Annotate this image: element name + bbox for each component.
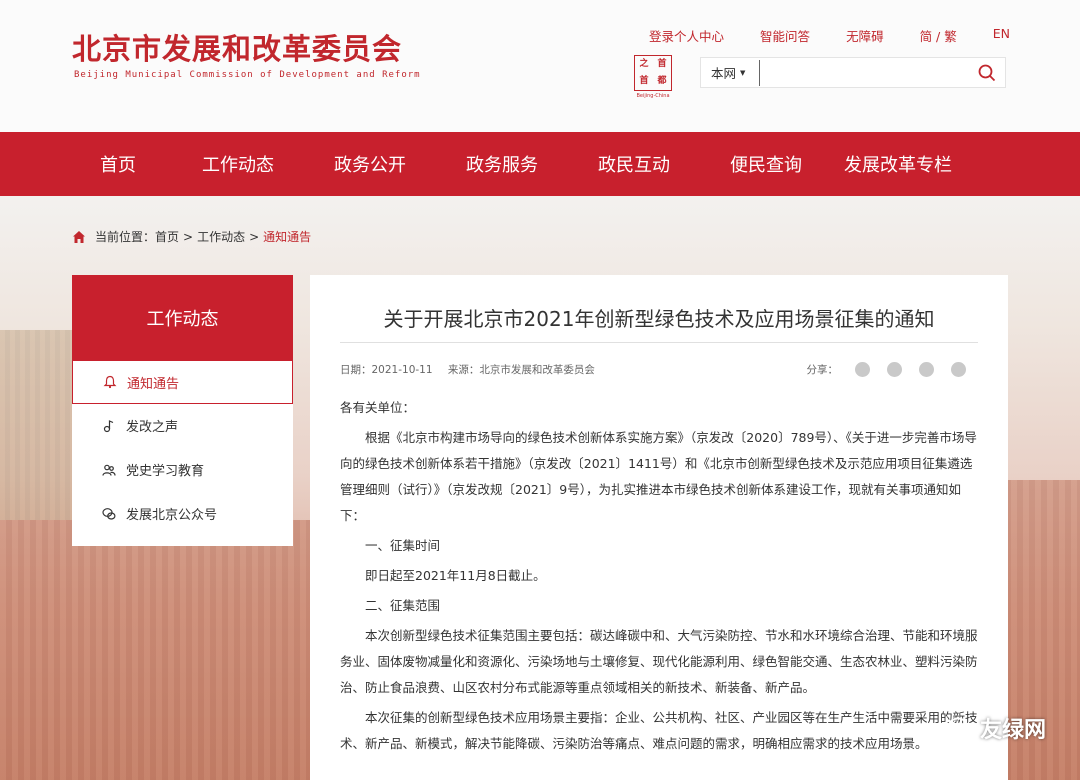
wechat-icon	[102, 507, 116, 520]
article-title: 关于开展北京市2021年创新型绿色技术及应用场景征集的通知	[340, 275, 978, 343]
smart-qa-link[interactable]: 智能问答	[760, 26, 810, 45]
sidebar-menu: 通知通告 发改之声 党史学习教育 发展北京公众号	[72, 360, 293, 546]
sidebar-item-wechat[interactable]: 发展北京公众号	[72, 492, 293, 536]
capital-seal-logo: 之首 首都	[634, 55, 672, 91]
article-body: 各有关单位： 根据《北京市构建市场导向的绿色技术创新体系实施方案》（京发改〔20…	[340, 395, 978, 757]
nav-query[interactable]: 便民查询	[700, 151, 832, 177]
watermark-text: 友绿网	[979, 718, 1046, 743]
english-link[interactable]: EN	[993, 26, 1010, 45]
sidebar-title: 工作动态	[72, 275, 293, 360]
sidebar-item-party-history[interactable]: 党史学习教育	[72, 448, 293, 492]
share-weibo-icon[interactable]	[855, 361, 870, 377]
article-meta: 日期：2021-10-11 来源：北京市发展和改革委员会 分享：	[340, 343, 978, 395]
nav-reform-column[interactable]: 发展改革专栏	[832, 151, 964, 177]
sidebar: 工作动态 通知通告 发改之声 党史学习教育 发展北京公众号	[72, 275, 293, 546]
breadcrumb-current[interactable]: 通知通告	[263, 228, 311, 245]
article-date: 日期：2021-10-11	[340, 363, 433, 376]
bell-icon	[103, 375, 117, 389]
paragraph: 根据《北京市构建市场导向的绿色技术创新体系实施方案》（京发改〔2020〕789号…	[340, 430, 977, 523]
salutation: 各有关单位：	[340, 400, 416, 415]
paragraph: 本次创新型绿色技术征集范围主要包括：碳达峰碳中和、大气污染防控、节水和水环境综合…	[340, 628, 978, 695]
simplified-traditional-link[interactable]: 简 / 繁	[920, 26, 957, 45]
breadcrumb-separator: >	[183, 229, 194, 244]
site-logo-title[interactable]: 北京市发展和改革委员会	[72, 26, 402, 68]
nav-gov-service[interactable]: 政务服务	[436, 151, 568, 177]
nav-interaction[interactable]: 政民互动	[568, 151, 700, 177]
login-link[interactable]: 登录个人中心	[649, 26, 724, 45]
breadcrumb: 当前位置： 首页 > 工作动态 > 通知通告	[72, 228, 311, 245]
caret-down-icon: ▼	[740, 68, 746, 77]
share-qzone-icon[interactable]	[887, 361, 902, 377]
sidebar-item-label: 党史学习教育	[126, 464, 205, 479]
music-note-icon	[103, 419, 114, 432]
sidebar-item-notices[interactable]: 通知通告	[72, 360, 293, 404]
breadcrumb-work-news[interactable]: 工作动态	[197, 228, 245, 245]
paragraph: 本次征集的创新型绿色技术应用场景主要指：企业、公共机构、社区、产业园区等在生产生…	[340, 710, 978, 751]
people-icon	[102, 464, 116, 476]
nav-gov-open[interactable]: 政务公开	[304, 151, 436, 177]
nav-home[interactable]: 首页	[67, 151, 172, 177]
share-label: 分享：	[806, 363, 839, 376]
sidebar-item-label: 发改之声	[126, 420, 179, 435]
background-pavilion	[0, 330, 72, 520]
article-source: 来源：北京市发展和改革委员会	[447, 363, 595, 376]
search-button[interactable]	[969, 58, 1005, 87]
section-heading: 二、征集范围	[365, 598, 441, 613]
accessibility-link[interactable]: 无障碍	[846, 26, 884, 45]
share-wechat-icon[interactable]	[919, 361, 934, 377]
sidebar-item-label: 通知通告	[127, 376, 180, 392]
search-scope-dropdown[interactable]: 本网 ▼	[701, 63, 757, 82]
share-bar: 分享：	[806, 361, 979, 377]
search-bar: 本网 ▼	[700, 57, 1006, 88]
breadcrumb-home[interactable]: 首页	[155, 228, 179, 245]
search-icon	[978, 64, 996, 81]
breadcrumb-separator: >	[249, 229, 260, 244]
watermark-badge: 友绿网	[947, 712, 1046, 744]
sidebar-item-voice[interactable]: 发改之声	[72, 404, 293, 448]
nav-work-news[interactable]: 工作动态	[172, 151, 304, 177]
home-icon	[73, 230, 85, 243]
main-nav: 首页 工作动态 政务公开 政务服务 政民互动 便民查询 发展改革专栏	[0, 132, 1080, 196]
article-panel: 关于开展北京市2021年创新型绿色技术及应用场景征集的通知 日期：2021-10…	[310, 275, 1008, 780]
seal-caption: Beijing-China	[636, 93, 670, 99]
share-link-icon[interactable]	[951, 361, 966, 377]
search-input[interactable]	[759, 59, 969, 86]
background-roof-left	[0, 520, 310, 780]
breadcrumb-label: 当前位置：	[95, 230, 156, 244]
section-heading: 一、征集时间	[365, 538, 441, 553]
site-logo-subtitle: Beijing Municipal Commission of Developm…	[74, 70, 421, 80]
paragraph: 即日起至2021年11月8日截止。	[365, 568, 546, 583]
top-links: 登录个人中心 智能问答 无障碍 简 / 繁 EN	[613, 26, 1010, 45]
sidebar-item-label: 发展北京公众号	[126, 508, 218, 523]
chat-bubble-icon	[947, 717, 974, 738]
